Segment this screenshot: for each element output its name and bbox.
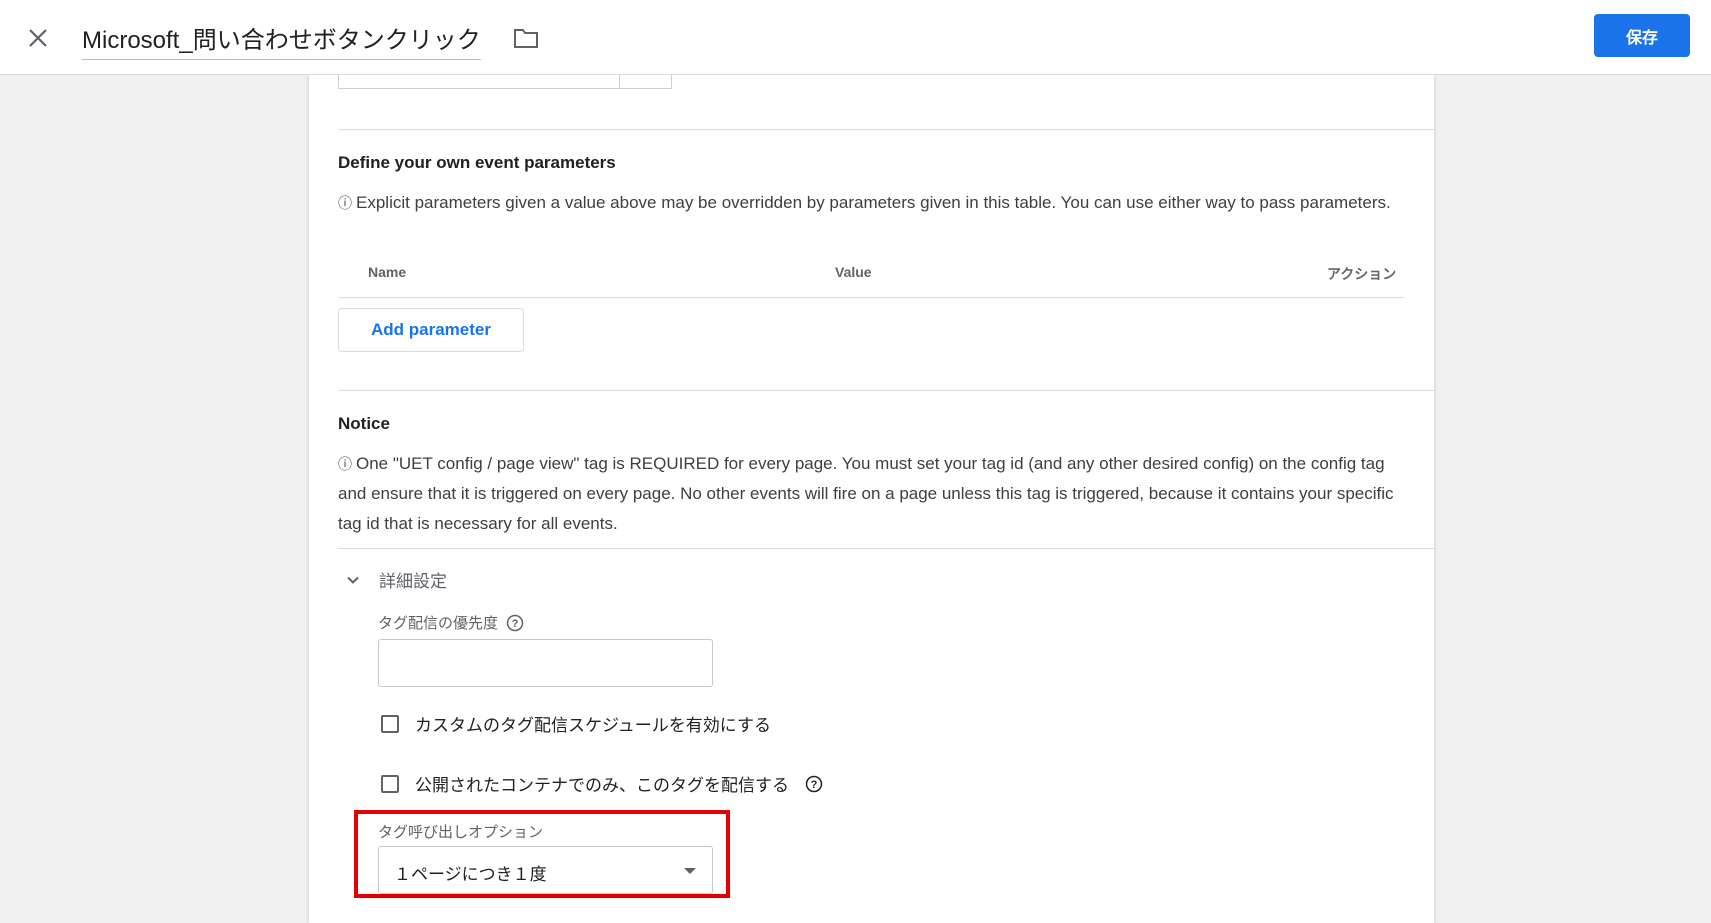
info-icon: ⓘ	[338, 195, 352, 211]
partial-input-field[interactable]	[338, 75, 620, 89]
custom-schedule-checkbox[interactable]	[381, 714, 399, 733]
params-description: ⓘ Explicit parameters given a value above…	[338, 188, 1413, 218]
advanced-settings-toggle[interactable]: 詳細設定	[345, 567, 447, 592]
advanced-settings-label: 詳細設定	[379, 572, 447, 591]
custom-schedule-label: カスタムのタグ配信スケジュールを有効にする	[415, 716, 771, 735]
priority-label: タグ配信の優先度 ?	[378, 612, 524, 633]
params-section-title: Define your own event parameters	[338, 153, 616, 172]
help-icon[interactable]: ?	[506, 614, 524, 632]
published-only-checkbox-row[interactable]: 公開されたコンテナでのみ、このタグを配信する ?	[381, 771, 823, 796]
custom-schedule-checkbox-row[interactable]: カスタムのタグ配信スケジュールを有効にする	[381, 711, 771, 736]
dropdown-caret-icon	[684, 868, 696, 874]
params-description-text: Explicit parameters given a value above …	[356, 193, 1391, 212]
column-header-actions: アクション	[1327, 266, 1397, 282]
firing-option-value: １ページにつき１度	[394, 865, 547, 884]
notice-description-text: One "UET config / page view" tag is REQU…	[338, 454, 1394, 533]
save-button[interactable]: 保存	[1594, 14, 1690, 57]
notice-description: ⓘ One "UET config / page view" tag is REQ…	[338, 449, 1413, 539]
svg-text:?: ?	[512, 618, 519, 630]
priority-label-text: タグ配信の優先度	[378, 615, 499, 632]
priority-input[interactable]	[378, 639, 713, 687]
published-only-checkbox[interactable]	[381, 774, 399, 793]
chevron-down-icon	[347, 576, 359, 584]
firing-option-select[interactable]: １ページにつき１度	[378, 846, 713, 894]
svg-text:?: ?	[811, 779, 818, 791]
partial-variable-button[interactable]	[620, 75, 672, 89]
top-bar: Microsoft_問い合わせボタンクリック 保存	[0, 0, 1711, 75]
firing-option-label-text: タグ呼び出しオプション	[378, 824, 544, 841]
add-parameter-button[interactable]: Add parameter	[338, 308, 524, 352]
divider	[338, 129, 1434, 130]
column-header-name: Name	[368, 264, 407, 280]
published-only-label: 公開されたコンテナでのみ、このタグを配信する	[415, 776, 789, 795]
divider	[338, 548, 1434, 549]
divider	[338, 390, 1434, 391]
table-header-divider	[338, 297, 1404, 298]
firing-option-label: タグ呼び出しオプション	[378, 821, 543, 842]
info-icon: ⓘ	[338, 456, 352, 472]
folder-icon[interactable]	[513, 26, 539, 50]
notice-section-title: Notice	[338, 414, 390, 433]
close-icon[interactable]	[22, 22, 54, 54]
tag-config-panel: Define your own event parameters ⓘ Explic…	[309, 75, 1434, 923]
column-header-value: Value	[835, 264, 872, 280]
tag-title[interactable]: Microsoft_問い合わせボタンクリック	[82, 20, 481, 60]
help-icon[interactable]: ?	[805, 775, 823, 793]
